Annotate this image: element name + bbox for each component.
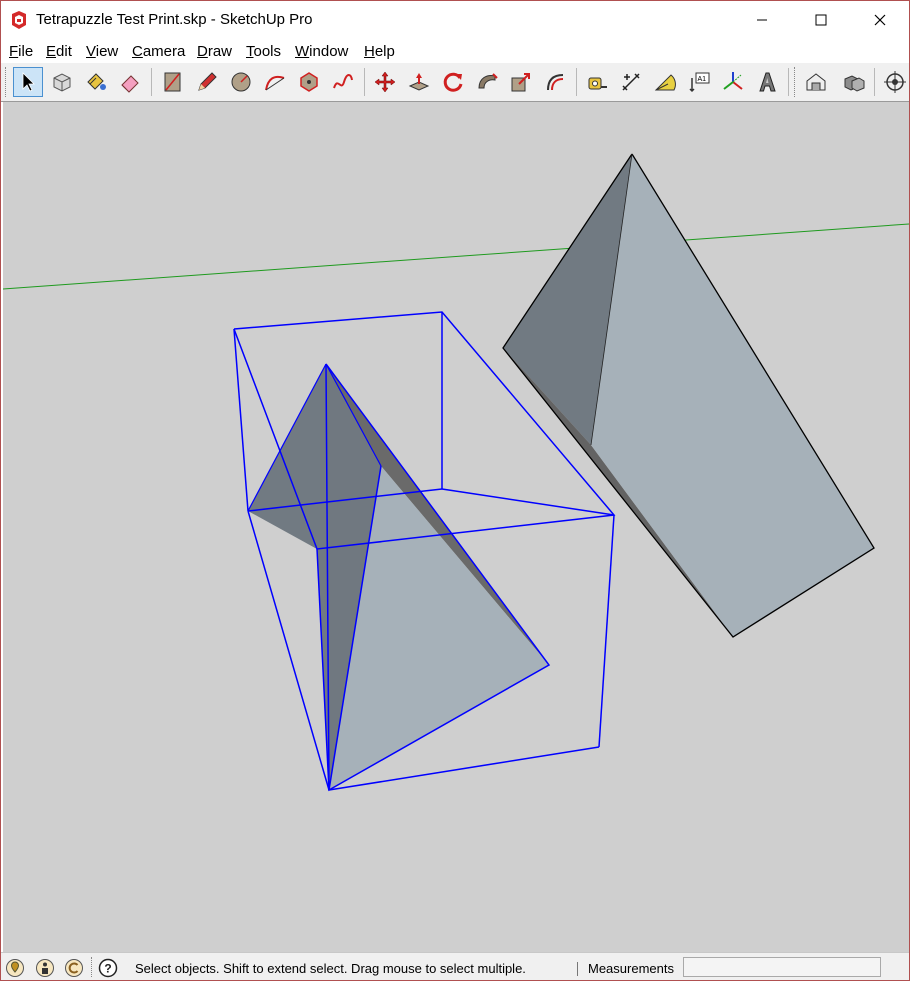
eraser-icon bbox=[121, 75, 139, 93]
status-bar: ? Select objects. Shift to extend select… bbox=[1, 952, 909, 980]
title-bar: Tetrapuzzle Test Print.skp - SketchUp Pr… bbox=[1, 1, 909, 39]
geo-location-icon[interactable] bbox=[5, 958, 25, 978]
menu-draw[interactable]: Draw bbox=[197, 43, 232, 60]
freehand-button[interactable] bbox=[328, 67, 358, 97]
text-button[interactable]: A1 bbox=[684, 67, 714, 97]
move-button[interactable] bbox=[370, 67, 400, 97]
left-tetrahedron[interactable] bbox=[247, 363, 551, 792]
arc-icon bbox=[265, 75, 285, 91]
offset-button[interactable] bbox=[540, 67, 570, 97]
paint-bucket-icon bbox=[87, 73, 106, 90]
tape-measure-icon bbox=[588, 77, 607, 90]
menu-camera[interactable]: Camera bbox=[132, 43, 185, 60]
warehouse-icon bbox=[806, 73, 826, 91]
orbit-button[interactable] bbox=[880, 67, 909, 97]
push-pull-icon bbox=[408, 73, 430, 91]
rectangle-icon bbox=[164, 72, 181, 92]
measurements-label: Measurements bbox=[588, 961, 674, 976]
maximize-button[interactable] bbox=[798, 1, 844, 39]
dimension-button[interactable] bbox=[616, 67, 646, 97]
toolbar-separator bbox=[874, 68, 875, 96]
paint-bucket-button[interactable] bbox=[81, 67, 111, 97]
toolbar-separator bbox=[151, 68, 152, 96]
menu-bar: File Edit View Camera Draw Tools Window … bbox=[1, 39, 909, 63]
tetra-right-light-face[interactable] bbox=[591, 154, 874, 637]
components-icon bbox=[844, 75, 865, 92]
component-icon bbox=[53, 73, 71, 92]
close-icon bbox=[874, 14, 886, 26]
toolbar-grip[interactable] bbox=[5, 67, 8, 97]
measurements-input[interactable] bbox=[683, 957, 881, 977]
green-axis bbox=[3, 223, 909, 290]
svg-text:?: ? bbox=[104, 962, 111, 976]
right-tetrahedron[interactable] bbox=[502, 153, 875, 638]
model-canvas[interactable] bbox=[3, 102, 909, 952]
menu-edit[interactable]: Edit bbox=[46, 43, 72, 60]
pencil-icon bbox=[198, 72, 217, 91]
toolbar-grip[interactable] bbox=[794, 67, 797, 97]
protractor-icon bbox=[654, 74, 676, 91]
make-component-button[interactable] bbox=[47, 67, 77, 97]
3d-text-button[interactable] bbox=[752, 67, 782, 97]
status-divider bbox=[577, 962, 578, 976]
freehand-icon bbox=[333, 74, 353, 89]
minimize-button[interactable] bbox=[739, 1, 785, 39]
polygon-button[interactable] bbox=[294, 67, 324, 97]
statusbar-grip bbox=[91, 957, 94, 977]
maximize-icon bbox=[815, 14, 827, 26]
menu-tools[interactable]: Tools bbox=[246, 43, 281, 60]
toolbar: A1 bbox=[1, 63, 909, 102]
menu-file[interactable]: File bbox=[9, 43, 33, 60]
move-icon bbox=[374, 71, 396, 93]
text-label-icon: A1 bbox=[689, 72, 710, 93]
line-button[interactable] bbox=[192, 67, 222, 97]
toolbar-separator bbox=[364, 68, 365, 96]
toolbar-separator bbox=[788, 68, 789, 96]
close-button[interactable] bbox=[857, 1, 903, 39]
rotate-button[interactable] bbox=[438, 67, 468, 97]
dimension-icon bbox=[622, 73, 640, 91]
status-message: Select objects. Shift to extend select. … bbox=[135, 961, 526, 976]
circle-icon bbox=[231, 72, 251, 92]
offset-icon bbox=[547, 74, 564, 91]
toolbar-separator bbox=[576, 68, 577, 96]
credits-icon[interactable] bbox=[35, 958, 55, 978]
window-title: Tetrapuzzle Test Print.skp - SketchUp Pr… bbox=[36, 11, 313, 28]
components-button[interactable] bbox=[839, 67, 869, 97]
select-tool-button[interactable] bbox=[13, 67, 43, 97]
3d-warehouse-button[interactable] bbox=[801, 67, 831, 97]
rotate-icon bbox=[443, 72, 463, 92]
tetra-left-front-dark-face[interactable] bbox=[248, 364, 329, 790]
circle-button[interactable] bbox=[226, 67, 256, 97]
tape-measure-button[interactable] bbox=[582, 67, 612, 97]
copyright-icon[interactable] bbox=[64, 958, 84, 978]
scale-button[interactable] bbox=[506, 67, 536, 97]
select-arrow-icon bbox=[22, 72, 35, 92]
scale-icon bbox=[511, 73, 530, 92]
polygon-icon bbox=[300, 72, 318, 92]
svg-text:A1: A1 bbox=[698, 76, 707, 83]
protractor-button[interactable] bbox=[650, 67, 680, 97]
help-icon[interactable]: ? bbox=[98, 958, 118, 978]
arc-button[interactable] bbox=[260, 67, 290, 97]
follow-me-button[interactable] bbox=[472, 67, 502, 97]
axes-button[interactable] bbox=[718, 67, 748, 97]
sketchup-logo-icon bbox=[12, 11, 26, 29]
push-pull-button[interactable] bbox=[404, 67, 434, 97]
axes-icon bbox=[723, 72, 743, 90]
menu-help[interactable]: Help bbox=[364, 43, 395, 60]
menu-view[interactable]: View bbox=[86, 43, 118, 60]
eraser-button[interactable] bbox=[115, 67, 145, 97]
follow-me-icon bbox=[478, 73, 498, 89]
rectangle-button[interactable] bbox=[158, 67, 188, 97]
app-window: Tetrapuzzle Test Print.skp - SketchUp Pr… bbox=[0, 0, 910, 981]
orbit-icon bbox=[884, 71, 906, 93]
3d-text-icon bbox=[759, 72, 776, 92]
minimize-icon bbox=[757, 19, 767, 21]
menu-window[interactable]: Window bbox=[295, 43, 348, 60]
model-viewport[interactable] bbox=[3, 102, 909, 952]
